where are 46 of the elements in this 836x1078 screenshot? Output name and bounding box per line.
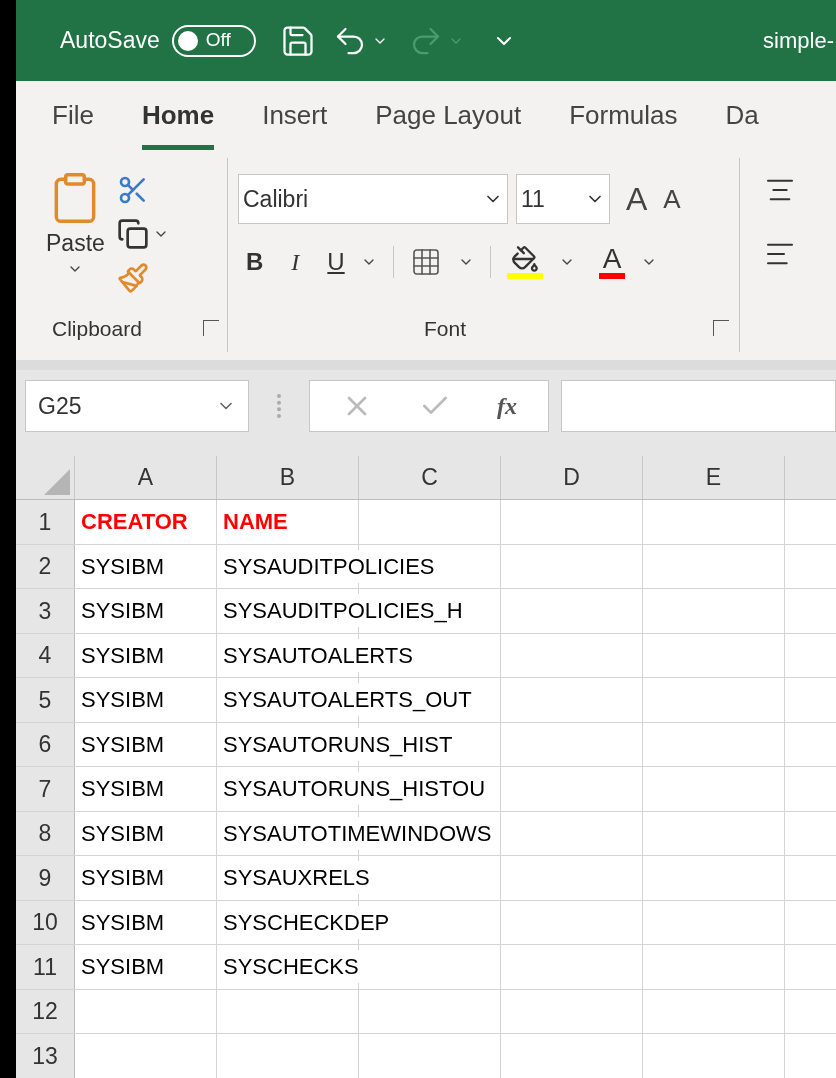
- name-box[interactable]: G25: [25, 380, 249, 432]
- fill-color-icon[interactable]: [506, 245, 543, 279]
- row-header[interactable]: 13: [16, 1034, 75, 1078]
- paste-button[interactable]: Paste: [46, 226, 105, 261]
- italic-button[interactable]: I: [291, 244, 300, 280]
- ribbon-tab[interactable]: Insert: [262, 96, 328, 150]
- underline-button[interactable]: U: [327, 244, 345, 280]
- grow-font-button[interactable]: A: [626, 175, 648, 223]
- autosave-label: AutoSave: [60, 26, 160, 56]
- bold-button[interactable]: B: [246, 244, 264, 280]
- column-header[interactable]: A: [75, 456, 217, 499]
- copy-icon[interactable]: [116, 218, 149, 250]
- row-header[interactable]: 9: [16, 856, 75, 900]
- insert-function-button[interactable]: fx: [497, 388, 517, 424]
- font-size-dropdown[interactable]: 11: [516, 174, 610, 224]
- grip-icon: [277, 394, 281, 418]
- column-header[interactable]: E: [643, 456, 785, 499]
- row-header[interactable]: 6: [16, 722, 75, 766]
- shrink-font-button[interactable]: A: [663, 179, 681, 219]
- dialog-launcher-icon[interactable]: [713, 320, 729, 337]
- row-header[interactable]: 1: [16, 500, 75, 544]
- formula-input[interactable]: [561, 380, 836, 432]
- row-header[interactable]: 10: [16, 900, 75, 944]
- group-label: Font: [424, 315, 467, 342]
- column-header[interactable]: B: [217, 456, 359, 499]
- group-label: Clipboard: [51, 315, 142, 342]
- column-header[interactable]: C: [359, 456, 501, 499]
- row-header[interactable]: 3: [16, 589, 75, 633]
- window-title: simple-: [763, 27, 835, 55]
- row-header[interactable]: 2: [16, 544, 75, 588]
- toggle-knob-icon: [177, 30, 198, 51]
- font-name-dropdown[interactable]: Calibri: [238, 174, 508, 224]
- ribbon-tab[interactable]: Da: [725, 96, 759, 150]
- column-header[interactable]: D: [501, 456, 643, 499]
- row-header[interactable]: 12: [16, 989, 75, 1033]
- row-header[interactable]: 5: [16, 678, 75, 722]
- ribbon-tab[interactable]: Formulas: [569, 96, 678, 150]
- font-color-button[interactable]: A: [598, 245, 626, 279]
- ribbon-tab[interactable]: Page Layout: [375, 96, 522, 150]
- row-header[interactable]: 11: [16, 945, 75, 989]
- row-header[interactable]: 8: [16, 811, 75, 855]
- ribbon-tab[interactable]: File: [52, 96, 94, 150]
- row-header[interactable]: 7: [16, 767, 75, 811]
- row-header[interactable]: 4: [16, 633, 75, 677]
- dialog-launcher-icon[interactable]: [203, 320, 219, 337]
- autosave-toggle[interactable]: Off: [171, 24, 256, 57]
